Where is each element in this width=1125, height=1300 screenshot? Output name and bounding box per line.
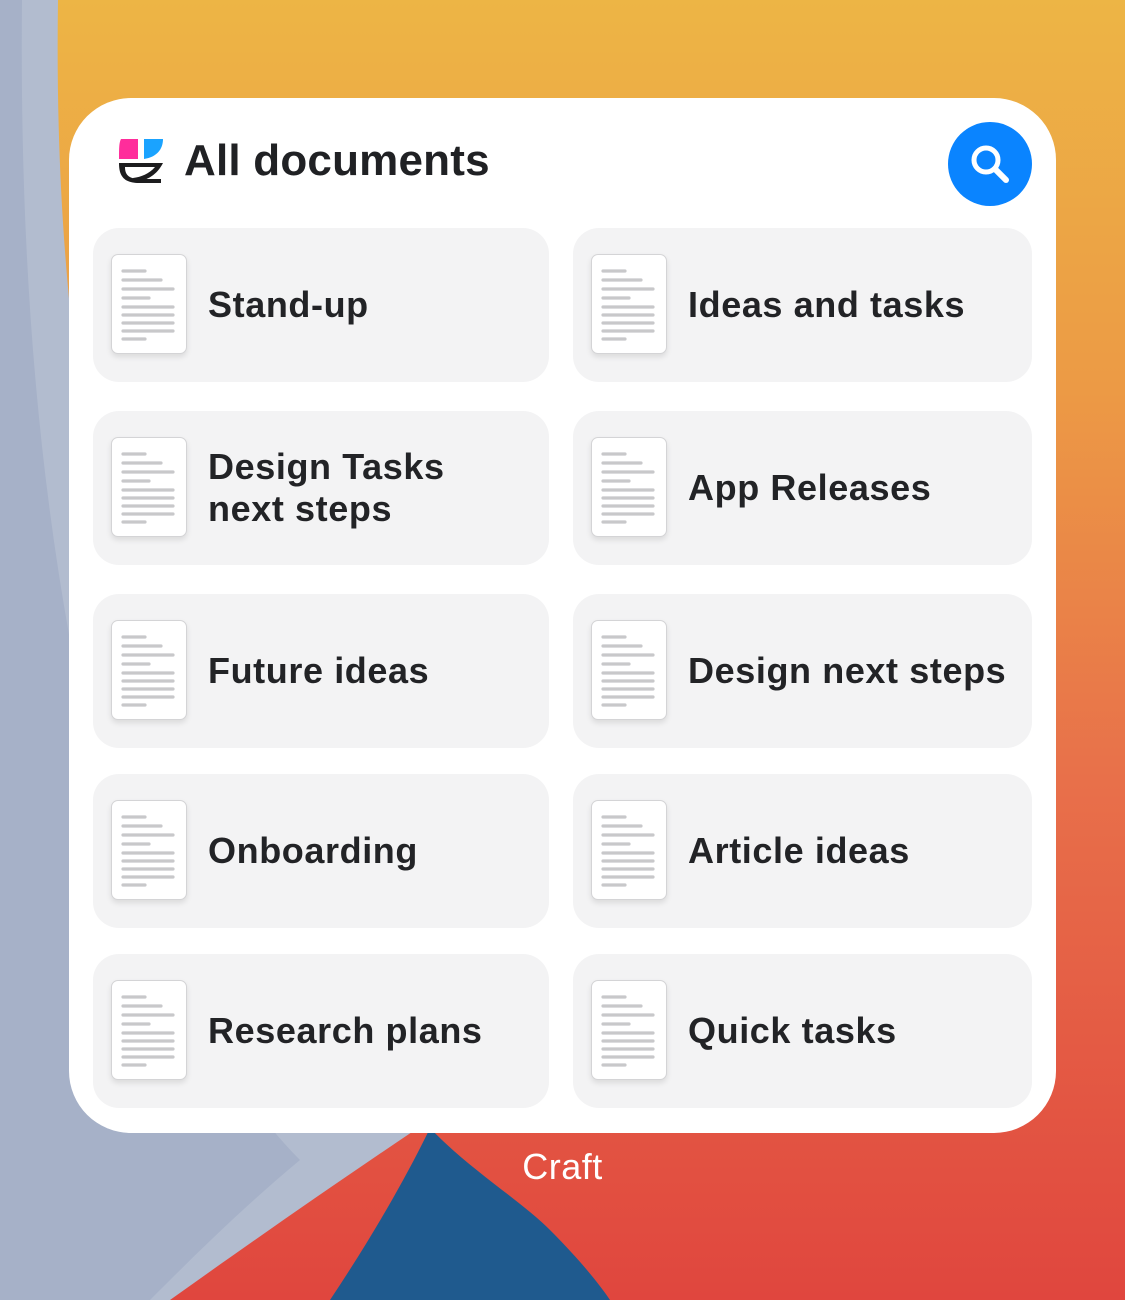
widget-header: All documents bbox=[69, 98, 1056, 226]
document-title: Article ideas bbox=[688, 830, 910, 871]
app-name-label: Craft bbox=[522, 1146, 603, 1187]
document-tile-design-next-steps[interactable]: Design next steps bbox=[573, 594, 1032, 748]
document-icon bbox=[111, 980, 187, 1080]
widget-title: All documents bbox=[184, 136, 490, 185]
document-title: Design Tasks next steps bbox=[208, 446, 445, 529]
document-icon bbox=[111, 437, 187, 537]
craft-logo-icon bbox=[119, 139, 163, 183]
document-title: App Releases bbox=[688, 467, 932, 508]
document-tile-onboarding[interactable]: Onboarding bbox=[93, 774, 549, 928]
document-title: Quick tasks bbox=[688, 1010, 897, 1051]
document-title: Design next steps bbox=[688, 650, 1007, 691]
document-title: Future ideas bbox=[208, 650, 430, 691]
document-tile-article-ideas[interactable]: Article ideas bbox=[573, 774, 1032, 928]
document-icon bbox=[591, 620, 667, 720]
document-tile-research-plans[interactable]: Research plans bbox=[93, 954, 549, 1108]
document-title: Onboarding bbox=[208, 830, 418, 871]
document-icon bbox=[591, 980, 667, 1080]
document-icon bbox=[111, 620, 187, 720]
document-title: Stand-up bbox=[208, 284, 369, 325]
document-title: Ideas and tasks bbox=[688, 284, 966, 325]
document-tile-design-tasks-next-steps[interactable]: Design Tasks next steps bbox=[93, 411, 549, 565]
document-icon bbox=[111, 800, 187, 900]
document-icon bbox=[591, 254, 667, 354]
document-tile-app-releases[interactable]: App Releases bbox=[573, 411, 1032, 565]
document-icon bbox=[111, 254, 187, 354]
document-tile-stand-up[interactable]: Stand-up bbox=[93, 228, 549, 382]
document-tile-ideas-and-tasks[interactable]: Ideas and tasks bbox=[573, 228, 1032, 382]
document-tile-quick-tasks[interactable]: Quick tasks bbox=[573, 954, 1032, 1108]
document-icon bbox=[591, 800, 667, 900]
craft-widget[interactable]: All documents Stand-up Ideas and tasks D… bbox=[69, 98, 1056, 1133]
search-button[interactable] bbox=[948, 122, 1032, 206]
document-tile-future-ideas[interactable]: Future ideas bbox=[93, 594, 549, 748]
document-icon bbox=[591, 437, 667, 537]
document-title: Research plans bbox=[208, 1010, 483, 1051]
magnifier-icon bbox=[971, 145, 1009, 183]
